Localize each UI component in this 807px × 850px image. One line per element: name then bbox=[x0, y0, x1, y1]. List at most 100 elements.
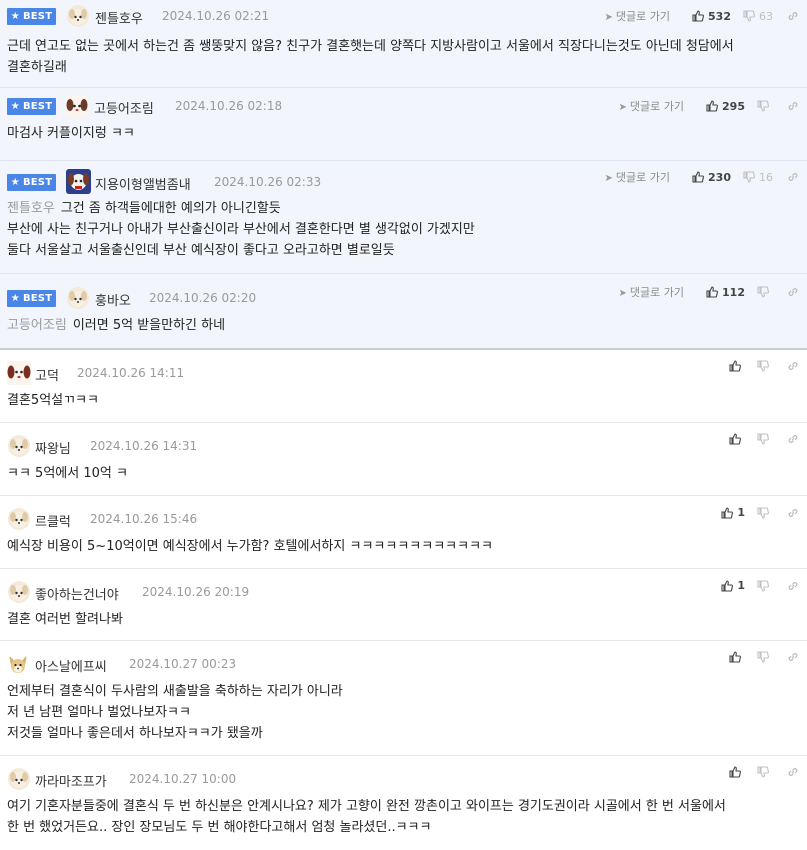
avatar[interactable] bbox=[67, 5, 89, 27]
author-nickname[interactable]: 훙바오 bbox=[95, 290, 131, 309]
link-icon[interactable] bbox=[787, 286, 799, 298]
author-nickname[interactable]: 아스날에프씨 bbox=[35, 656, 107, 675]
author-nickname[interactable]: 르클럭 bbox=[35, 511, 71, 530]
comment-line: 이러면 5억 받을만하긴 하네 bbox=[72, 318, 226, 333]
comment-item: 고덕 2024.10.26 14:11 결혼5억설ㄲㅋㅋ bbox=[0, 350, 807, 423]
downvote-button[interactable] bbox=[757, 433, 773, 445]
go-to-reply-link[interactable]: ➤ 댓글로 가기 bbox=[605, 169, 671, 185]
author-nickname[interactable]: 고덕 bbox=[35, 365, 59, 384]
comment-line: 결혼하길래 bbox=[7, 60, 67, 75]
comment-body: 마검사 커플이지렁 ㅋㅋ bbox=[0, 123, 807, 144]
author-nickname[interactable]: 젠틀호우 bbox=[95, 8, 143, 27]
link-icon[interactable] bbox=[787, 507, 799, 519]
thumbs-down-icon bbox=[757, 100, 769, 112]
comment-body: 젠틀호우 그건 좀 하객들에대한 예의가 아니긴할듯 부산에 사는 친구거나 아내… bbox=[0, 198, 807, 261]
best-comment: ★ BEST 젠틀호우 2024.10.26 02:21 ➤ 댓글로 가기 532 … bbox=[0, 0, 807, 88]
send-arrow-icon: ➤ bbox=[618, 102, 627, 113]
downvote-button[interactable] bbox=[757, 360, 773, 372]
star-icon: ★ bbox=[10, 11, 20, 22]
link-icon[interactable] bbox=[787, 580, 799, 592]
comment-date: 2024.10.26 20:19 bbox=[142, 585, 250, 599]
thumbs-up-icon bbox=[692, 171, 704, 183]
upvote-button[interactable]: 230 bbox=[692, 171, 731, 184]
avatar[interactable] bbox=[67, 287, 89, 309]
link-icon[interactable] bbox=[787, 651, 799, 663]
comment-item: 짜왕님 2024.10.26 14:31 ㅋㅋ 5억에서 10억 ㅋ bbox=[0, 423, 807, 496]
comment-line: 부산에 사는 친구거나 아내가 부산출신이라 부산에서 결혼한다면 별 생각없이… bbox=[7, 222, 475, 237]
thumbs-up-icon bbox=[692, 10, 704, 22]
author-nickname[interactable]: 까라마조프가 bbox=[35, 771, 107, 790]
comment-date: 2024.10.27 00:23 bbox=[129, 657, 237, 671]
link-icon[interactable] bbox=[787, 10, 799, 22]
comment-date: 2024.10.26 02:33 bbox=[214, 175, 322, 189]
go-to-reply-link[interactable]: ➤ 댓글로 가기 bbox=[619, 98, 685, 114]
comment-actions: ➤ 댓글로 가기 230 16 bbox=[605, 169, 799, 185]
downvote-button[interactable] bbox=[757, 766, 773, 778]
go-to-reply-link[interactable]: ➤ 댓글로 가기 bbox=[619, 284, 685, 300]
thumbs-up-icon bbox=[721, 579, 734, 592]
upvote-button[interactable]: 1 bbox=[721, 579, 745, 592]
author-nickname[interactable]: 좋아하는건너야 bbox=[35, 584, 119, 603]
upvote-button[interactable]: 112 bbox=[706, 286, 745, 299]
best-comment: ★ BEST 훙바오 2024.10.26 02:20 ➤ 댓글로 가기 112 고… bbox=[0, 274, 807, 350]
upvote-button[interactable]: 532 bbox=[692, 10, 731, 23]
upvote-button[interactable] bbox=[729, 360, 745, 372]
comment-body: 언제부터 결혼식이 두사람의 새출발을 축하하는 자리가 아니라 저 년 남편 … bbox=[0, 681, 807, 744]
best-badge: ★ BEST bbox=[7, 98, 56, 115]
avatar[interactable] bbox=[66, 169, 91, 194]
link-icon[interactable] bbox=[787, 171, 799, 183]
comment-line: 둘다 서울살고 서울출신인데 부산 예식장이 좋다고 오라고하면 별로일듯 bbox=[7, 243, 395, 258]
author-nickname[interactable]: 짜왕님 bbox=[35, 438, 71, 457]
link-icon[interactable] bbox=[787, 100, 799, 112]
link-icon[interactable] bbox=[787, 766, 799, 778]
downvote-button[interactable] bbox=[757, 506, 773, 519]
downvote-button[interactable] bbox=[757, 100, 773, 112]
upvote-button[interactable] bbox=[729, 651, 745, 663]
avatar[interactable] bbox=[7, 653, 29, 675]
comment-date: 2024.10.26 14:11 bbox=[77, 366, 185, 380]
avatar[interactable] bbox=[7, 361, 31, 385]
thumbs-up-icon bbox=[729, 651, 741, 663]
avatar[interactable] bbox=[8, 508, 30, 530]
comment-actions bbox=[717, 360, 799, 372]
best-badge: ★ BEST bbox=[7, 8, 56, 25]
upvote-button[interactable] bbox=[729, 433, 745, 445]
comment-body: 여기 기혼자분들중에 결혼식 두 번 하신분은 안계시나요? 제가 고향이 완전… bbox=[0, 796, 807, 838]
link-icon[interactable] bbox=[787, 360, 799, 372]
thumbs-down-icon bbox=[743, 171, 755, 183]
downvote-button[interactable]: 63 bbox=[743, 10, 773, 23]
author-nickname[interactable]: 고등어조림 bbox=[94, 98, 154, 117]
avatar[interactable] bbox=[8, 768, 30, 790]
star-icon: ★ bbox=[10, 293, 20, 304]
upvote-button[interactable] bbox=[729, 766, 745, 778]
downvote-button[interactable] bbox=[757, 579, 773, 592]
upvote-button[interactable]: 295 bbox=[706, 100, 745, 113]
go-to-reply-link[interactable]: ➤ 댓글로 가기 bbox=[605, 8, 671, 24]
upvote-button[interactable]: 1 bbox=[721, 506, 745, 519]
best-comment: ★ BEST 고등어조림 2024.10.26 02:18 ➤ 댓글로 가기 295… bbox=[0, 88, 807, 161]
downvote-button[interactable] bbox=[757, 286, 773, 298]
comment-actions: 1 bbox=[709, 579, 799, 592]
best-badge: ★ BEST bbox=[7, 290, 56, 307]
downvote-button[interactable] bbox=[757, 651, 773, 663]
downvote-button[interactable]: 16 bbox=[743, 171, 773, 184]
link-icon[interactable] bbox=[787, 433, 799, 445]
thumbs-down-icon bbox=[757, 433, 769, 445]
mention-nickname[interactable]: 고등어조림 bbox=[7, 318, 67, 333]
thumbs-down-icon bbox=[757, 506, 769, 519]
author-nickname[interactable]: 지용이형앨범좀내 bbox=[95, 174, 191, 193]
thumbs-up-icon bbox=[729, 360, 741, 372]
avatar[interactable] bbox=[8, 435, 30, 457]
comment-actions: ➤ 댓글로 가기 532 63 bbox=[605, 8, 799, 24]
comment-body: 근데 연고도 없는 곳에서 하는건 좀 쌩뚱맞지 않음? 친구가 결혼햇는데 양… bbox=[0, 36, 807, 78]
avatar[interactable] bbox=[8, 581, 30, 603]
thumbs-down-icon bbox=[757, 579, 769, 592]
comment-line: 결혼 여러번 할려나봐 bbox=[7, 612, 123, 627]
comment-actions bbox=[717, 766, 799, 778]
comment-list: ★ BEST 젠틀호우 2024.10.26 02:21 ➤ 댓글로 가기 532 … bbox=[0, 0, 807, 850]
avatar[interactable] bbox=[66, 95, 88, 117]
comment-line: ㅋㅋ 5억에서 10억 ㅋ bbox=[7, 466, 128, 481]
send-arrow-icon: ➤ bbox=[618, 288, 627, 299]
mention-nickname[interactable]: 젠틀호우 bbox=[7, 201, 55, 216]
comment-body: 결혼5억설ㄲㅋㅋ bbox=[0, 390, 807, 411]
